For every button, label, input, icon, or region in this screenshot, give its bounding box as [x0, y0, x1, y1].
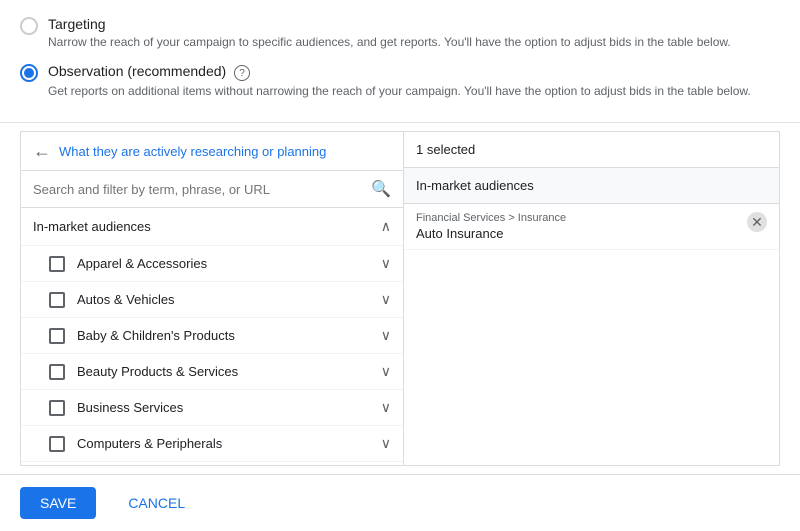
category-group-title: In-market audiences — [33, 219, 151, 234]
checkbox[interactable] — [49, 256, 65, 272]
left-panel: ← What they are actively researching or … — [21, 132, 404, 465]
help-icon[interactable]: ? — [234, 65, 250, 81]
observation-label: Observation (recommended) ? — [48, 63, 751, 82]
expand-icon[interactable]: ∨ — [381, 399, 391, 416]
category-group-header: In-market audiences ∧ — [21, 208, 403, 246]
observation-option[interactable]: Observation (recommended) ? Get reports … — [20, 63, 780, 100]
category-name: Autos & Vehicles — [77, 292, 381, 307]
selected-item-name: Auto Insurance — [416, 226, 739, 241]
category-name: Computers & Peripherals — [77, 436, 381, 451]
category-name: Business Services — [77, 400, 381, 415]
checkbox[interactable] — [49, 328, 65, 344]
category-name: Baby & Children's Products — [77, 328, 381, 343]
expand-icon[interactable]: ∨ — [381, 435, 391, 452]
observation-option-content: Observation (recommended) ? Get reports … — [48, 63, 751, 100]
remove-icon: ✕ — [751, 214, 763, 231]
targeting-option-content: Targeting Narrow the reach of your campa… — [48, 16, 731, 51]
top-section: Targeting Narrow the reach of your campa… — [0, 0, 800, 123]
targeting-label: Targeting — [48, 16, 731, 32]
selected-group: In-market audiences — [404, 168, 779, 204]
list-item[interactable]: Baby & Children's Products ∨ — [21, 318, 403, 354]
checkbox[interactable] — [49, 400, 65, 416]
remove-button[interactable]: ✕ — [747, 212, 767, 232]
search-icon: 🔍 — [371, 179, 391, 199]
category-name: Apparel & Accessories — [77, 256, 381, 271]
selected-group-title: In-market audiences — [416, 178, 534, 193]
targeting-option[interactable]: Targeting Narrow the reach of your campa… — [20, 16, 780, 51]
footer: SAVE CANCEL — [0, 474, 800, 531]
right-panel: 1 selected In-market audiences Financial… — [404, 132, 779, 465]
checkbox[interactable] — [49, 292, 65, 308]
targeting-desc: Narrow the reach of your campaign to spe… — [48, 34, 731, 51]
audience-panel: ← What they are actively researching or … — [20, 131, 780, 466]
selected-item-info: Financial Services > Insurance Auto Insu… — [416, 212, 739, 241]
panel-header: ← What they are actively researching or … — [21, 132, 403, 171]
panel-title: What they are actively researching or pl… — [59, 144, 326, 159]
expand-icon[interactable]: ∨ — [381, 327, 391, 344]
expand-icon[interactable]: ∨ — [381, 255, 391, 272]
checkbox[interactable] — [49, 436, 65, 452]
list-item[interactable]: Business Services ∨ — [21, 390, 403, 426]
search-box: 🔍 — [21, 171, 403, 208]
list-item[interactable]: Autos & Vehicles ∨ — [21, 282, 403, 318]
list-item[interactable]: Computers & Peripherals ∨ — [21, 426, 403, 462]
expand-icon[interactable]: ∨ — [381, 291, 391, 308]
list-item[interactable]: Consumer Electronics ∨ — [21, 462, 403, 465]
search-input[interactable] — [33, 182, 363, 197]
categories-list: In-market audiences ∧ Apparel & Accessor… — [21, 208, 403, 465]
page-wrapper: Targeting Narrow the reach of your campa… — [0, 0, 800, 531]
selected-header: 1 selected — [404, 132, 779, 168]
selected-count: 1 selected — [416, 142, 475, 157]
expand-icon[interactable]: ∨ — [381, 363, 391, 380]
back-arrow-icon[interactable]: ← — [33, 142, 51, 160]
selected-item-path: Financial Services > Insurance — [416, 212, 739, 224]
list-item[interactable]: Beauty Products & Services ∨ — [21, 354, 403, 390]
cancel-button[interactable]: CANCEL — [112, 487, 201, 519]
category-name: Beauty Products & Services — [77, 364, 381, 379]
selected-item: Financial Services > Insurance Auto Insu… — [404, 204, 779, 250]
save-button[interactable]: SAVE — [20, 487, 96, 519]
list-item[interactable]: Apparel & Accessories ∨ — [21, 246, 403, 282]
observation-desc: Get reports on additional items without … — [48, 83, 751, 100]
observation-radio[interactable] — [20, 64, 38, 82]
targeting-radio[interactable] — [20, 17, 38, 35]
checkbox[interactable] — [49, 364, 65, 380]
collapse-icon[interactable]: ∧ — [381, 218, 391, 235]
